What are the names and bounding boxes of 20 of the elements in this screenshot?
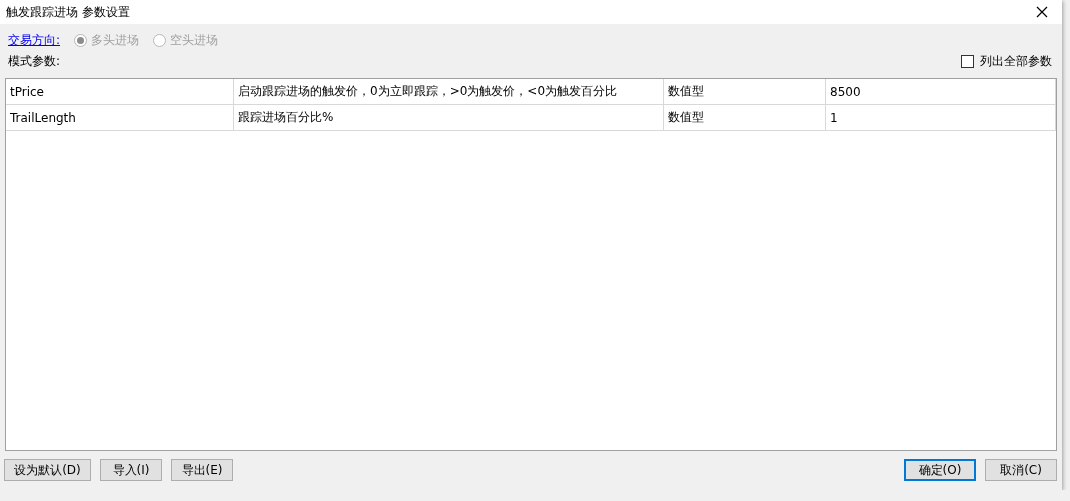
checkbox[interactable] — [961, 55, 974, 68]
dialog-button[interactable]: 设为默认(D) — [4, 459, 91, 481]
radio-label: 空头进场 — [170, 32, 219, 49]
table-cell: 1 — [826, 105, 1056, 130]
checkbox-label: 列出全部参数 — [980, 53, 1052, 70]
radio-label: 多头进场 — [91, 32, 140, 49]
mode-label: 模式参数: — [8, 53, 61, 70]
dialog-button[interactable]: 确定(O) — [904, 459, 976, 481]
dialog-button[interactable]: 导出(E) — [171, 459, 233, 481]
table-cell: 启动跟踪进场的触发价，0为立即跟踪，>0为触发价，<0为触发百分比 — [234, 79, 664, 104]
table-cell: tPrice — [6, 79, 234, 104]
table-cell: TrailLength — [6, 105, 234, 130]
table-cell: 8500 — [826, 79, 1056, 104]
dialog-button[interactable]: 导入(I) — [100, 459, 162, 481]
dialog-button[interactable]: 取消(C) — [985, 459, 1057, 481]
window-title: 触发跟踪进场 参数设置 — [6, 3, 130, 21]
table-cell: 跟踪进场百分比% — [234, 105, 664, 130]
table-cell: 数值型 — [664, 105, 826, 130]
direction-link[interactable]: 交易方向: — [8, 32, 61, 49]
table-cell: 数值型 — [664, 79, 826, 104]
